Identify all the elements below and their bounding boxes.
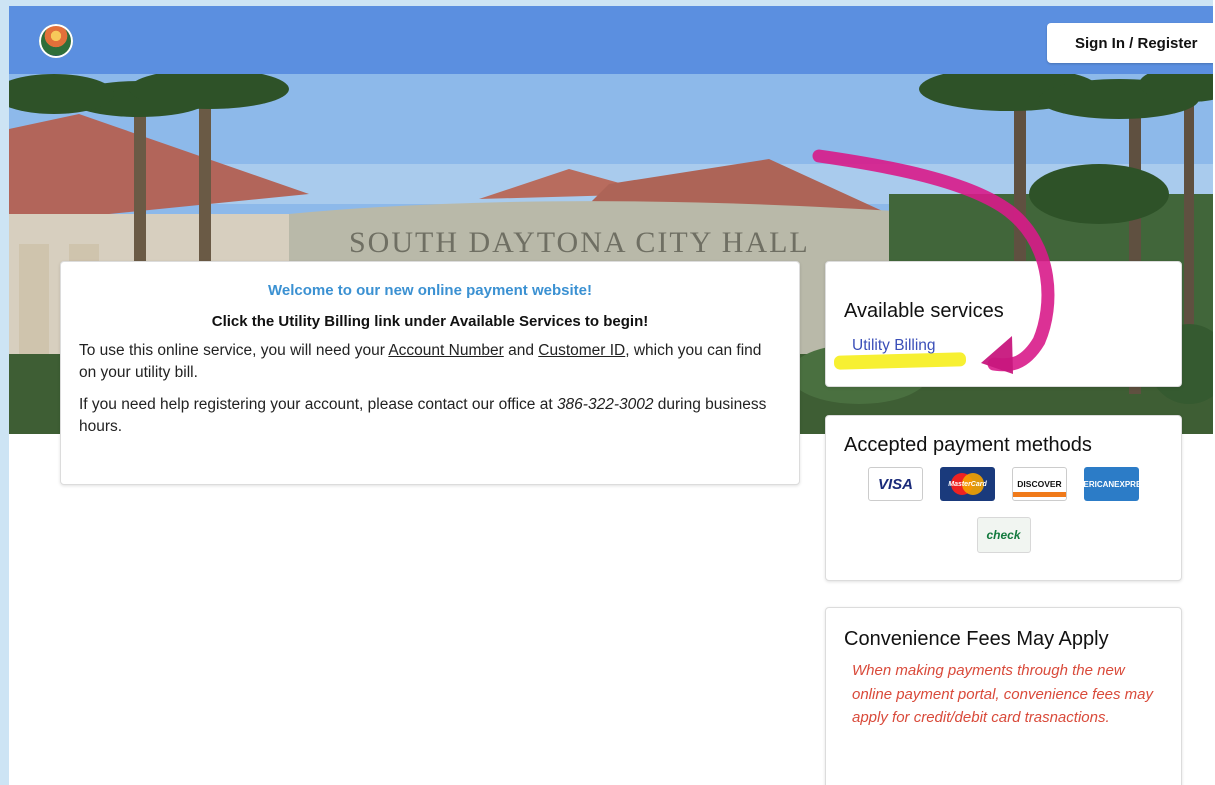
- available-services-title: Available services: [844, 300, 1004, 322]
- convenience-fees-title: Convenience Fees May Apply: [844, 628, 1109, 650]
- available-services-card: Available services Utility Billing: [825, 261, 1182, 387]
- office-phone: 386-322-3002: [556, 396, 654, 413]
- building-sign-text: SOUTH DAYTONA CITY HALL: [349, 226, 810, 259]
- account-info-paragraph: To use this online service, you will nee…: [79, 340, 781, 384]
- help-paragraph: If you need help registering your accoun…: [79, 394, 781, 438]
- welcome-heading: Welcome to our new online payment websit…: [268, 282, 592, 299]
- text: and: [503, 342, 539, 359]
- account-number-link[interactable]: Account Number: [388, 342, 503, 359]
- text: If you need help registering your accoun…: [79, 396, 557, 413]
- customer-id-link[interactable]: Customer ID: [538, 342, 625, 359]
- sign-in-register-button[interactable]: Sign In / Register: [1047, 23, 1213, 63]
- check-icon: check: [976, 517, 1031, 553]
- convenience-fees-note: When making payments through the new onl…: [852, 662, 1154, 726]
- welcome-card: Welcome to our new online payment websit…: [60, 261, 800, 485]
- top-navigation-bar: Sign In / Register: [9, 6, 1213, 74]
- payment-methods-card: Accepted payment methods VISA MasterCard…: [825, 415, 1182, 581]
- convenience-fees-card: Convenience Fees May Apply When making p…: [825, 607, 1182, 785]
- discover-icon: DISCOVER: [1012, 467, 1067, 501]
- amex-label-2: EXPRESS: [1114, 479, 1152, 489]
- check-logo-row: check: [844, 517, 1163, 553]
- text: To use this online service, you will nee…: [79, 342, 389, 359]
- browser-viewport: Sign In / Register SOUTH DAYTONA CITY HA…: [0, 0, 1213, 785]
- city-logo-icon[interactable]: [39, 24, 73, 58]
- payment-methods-title: Accepted payment methods: [844, 434, 1092, 456]
- mastercard-label: MasterCard: [948, 480, 987, 488]
- american-express-icon: AMERICAN EXPRESS: [1071, 467, 1152, 501]
- amex-label-1: AMERICAN: [1071, 479, 1115, 489]
- instructions-heading: Click the Utility Billing link under Ava…: [211, 313, 649, 330]
- card-logos-row: VISA MasterCard DISCOVER AMERICAN EXPRESS: [844, 467, 1163, 501]
- mastercard-icon: MasterCard: [940, 467, 995, 501]
- utility-billing-link[interactable]: Utility Billing: [852, 337, 936, 355]
- visa-icon: VISA: [868, 467, 923, 501]
